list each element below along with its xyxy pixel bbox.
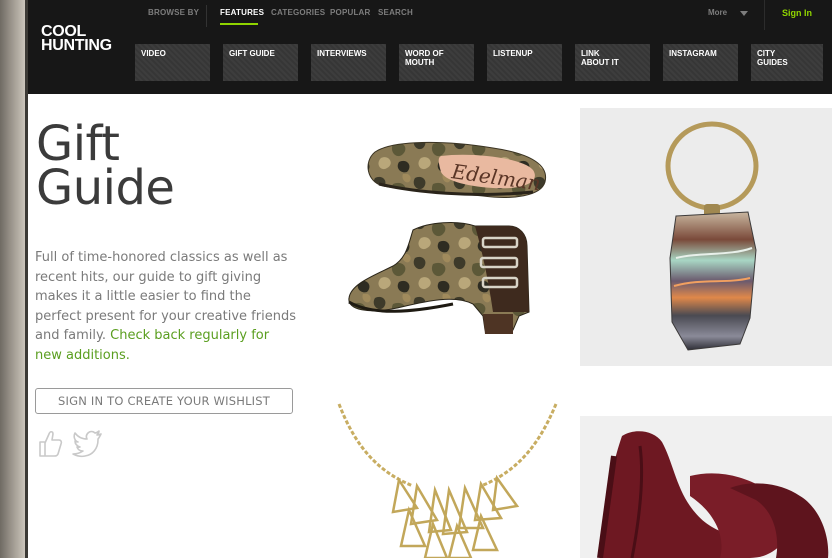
- tile-instagram[interactable]: INSTAGRAM: [663, 44, 738, 81]
- tile-label: VIDEO: [141, 49, 166, 58]
- active-tab-indicator: [220, 23, 258, 25]
- tile-interviews[interactable]: INTERVIEWS: [311, 44, 386, 81]
- window-frame-edge: [0, 0, 28, 558]
- tile-video[interactable]: VIDEO: [135, 44, 210, 81]
- tile-city-guides[interactable]: CITY GUIDES: [751, 44, 823, 81]
- page-title-line-2: Guide: [36, 160, 175, 216]
- product-heels[interactable]: [580, 416, 832, 558]
- product-camo-shoes[interactable]: Edelman: [333, 134, 562, 359]
- signin-divider: [764, 0, 765, 30]
- tile-label: LINK: [581, 49, 600, 58]
- tile-label: LISTENUP: [493, 49, 533, 58]
- tile-listenup[interactable]: LISTENUP: [487, 44, 562, 81]
- topnav-categories[interactable]: CATEGORIES: [271, 8, 325, 17]
- logo-line-2: HUNTING: [41, 37, 112, 54]
- tile-label: GIFT GUIDE: [229, 49, 275, 58]
- topnav-features[interactable]: FEATURES: [220, 8, 264, 17]
- product-necklace[interactable]: [333, 400, 562, 558]
- topnav-divider: [206, 5, 207, 27]
- tile-label: CITY: [757, 49, 776, 58]
- topnav-browse-by: BROWSE BY: [148, 8, 200, 17]
- intro-text: Full of time-honored classics as well as…: [35, 248, 300, 365]
- tile-label-2: GUIDES: [757, 58, 788, 67]
- main-content: Gift Guide Full of time-honored classics…: [28, 94, 832, 558]
- tile-label-2: ABOUT IT: [581, 58, 619, 67]
- tile-label-2: MOUTH: [405, 58, 435, 67]
- site-logo[interactable]: COOL HUNTING: [41, 24, 112, 54]
- tile-gift-guide[interactable]: GIFT GUIDE: [223, 44, 298, 81]
- site-header: COOL HUNTING BROWSE BY FEATURES CATEGORI…: [28, 0, 832, 94]
- more-menu[interactable]: More: [708, 8, 727, 17]
- sign-in-link[interactable]: Sign In: [782, 8, 812, 18]
- topnav-search[interactable]: SEARCH: [378, 8, 413, 17]
- like-icon[interactable]: [37, 428, 63, 463]
- tile-label: INTERVIEWS: [317, 49, 367, 58]
- topnav-popular[interactable]: POPULAR: [330, 8, 371, 17]
- product-keyring[interactable]: [580, 108, 832, 366]
- tile-word-of-mouth[interactable]: WORD OF MOUTH: [399, 44, 474, 81]
- chevron-down-icon[interactable]: [740, 11, 748, 16]
- page-title: Gift Guide: [36, 120, 236, 216]
- twitter-icon[interactable]: [71, 428, 103, 463]
- tile-label: INSTAGRAM: [669, 49, 717, 58]
- tile-label: WORD OF: [405, 49, 444, 58]
- tile-link-about-it[interactable]: LINK ABOUT IT: [575, 44, 650, 81]
- create-wishlist-button[interactable]: SIGN IN TO CREATE YOUR WISHLIST: [35, 388, 293, 414]
